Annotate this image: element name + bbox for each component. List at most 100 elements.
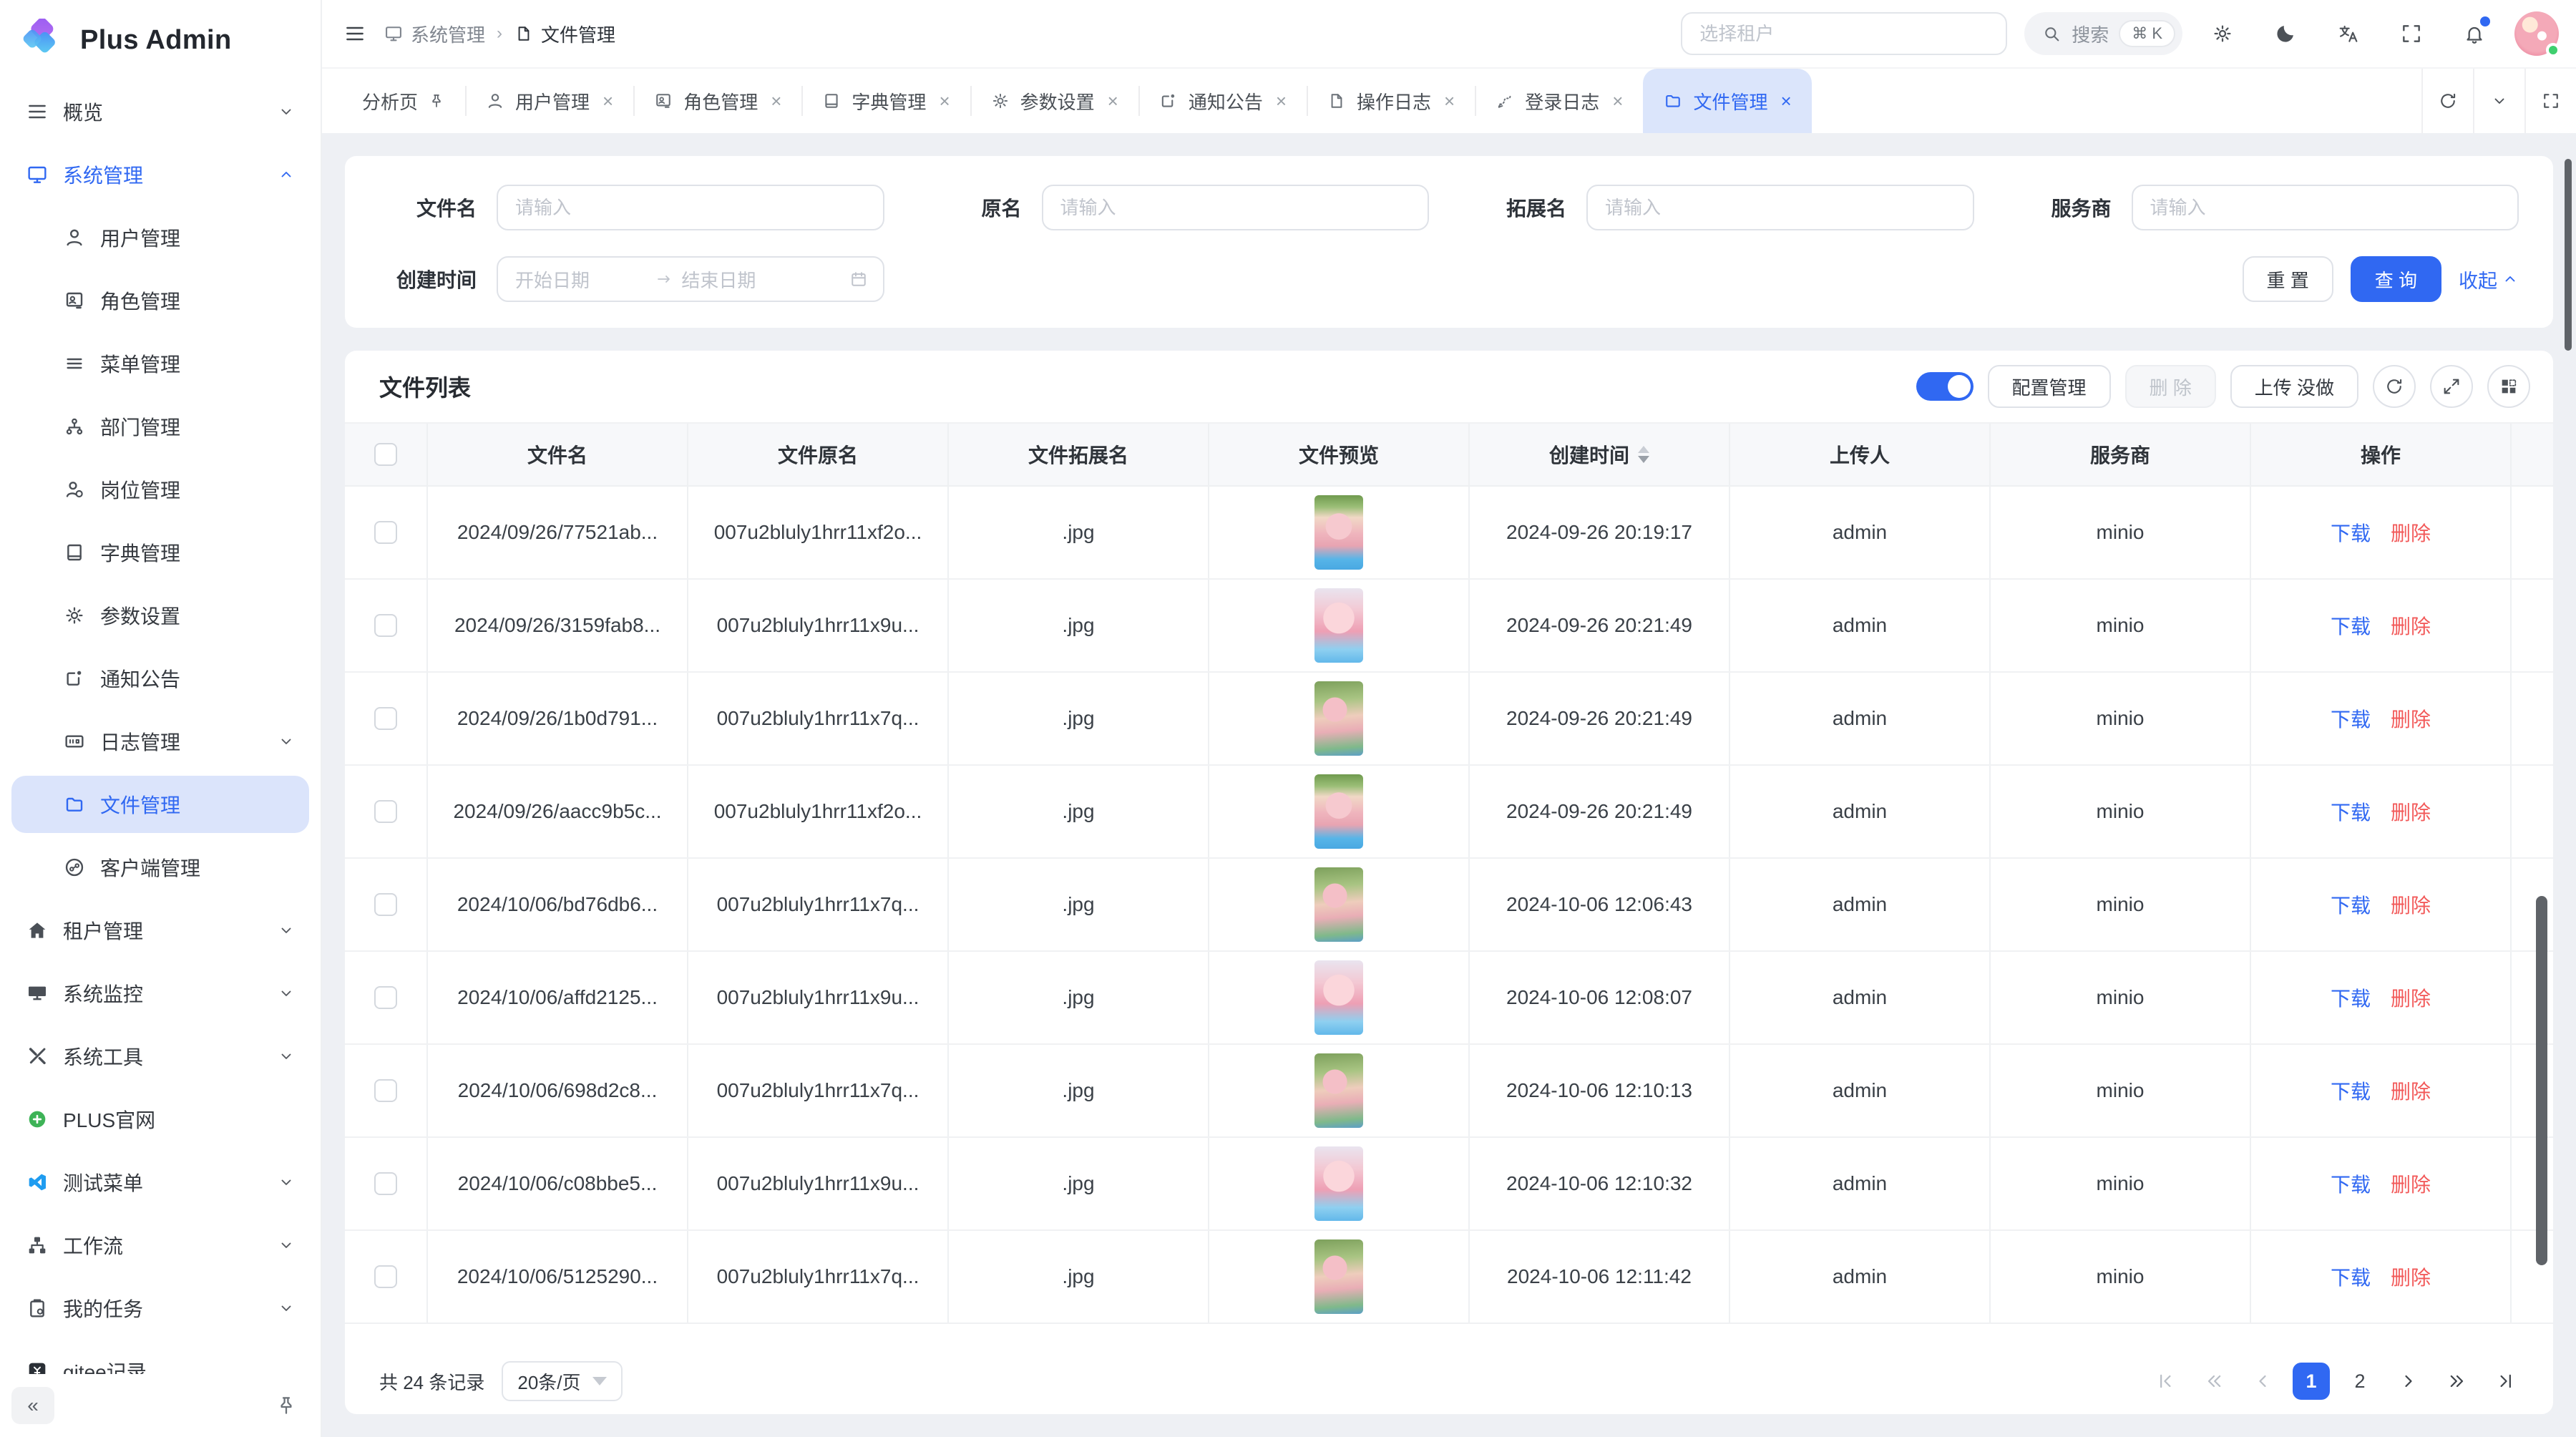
sidebar-item-workflow[interactable]: 工作流 (11, 1217, 309, 1274)
sidebar-item-test-menu[interactable]: 测试菜单 (11, 1154, 309, 1211)
download-link[interactable]: 下载 (2331, 1076, 2371, 1105)
sidebar-item-monitoring[interactable]: 系统监控 (11, 965, 309, 1022)
file-preview-image[interactable] (1314, 960, 1363, 1035)
tab-login-log[interactable]: 登录日志 × (1475, 69, 1643, 133)
download-link[interactable]: 下载 (2331, 1262, 2371, 1291)
provider-input[interactable] (2132, 185, 2519, 230)
file-preview-image[interactable] (1314, 588, 1363, 663)
file-preview-image[interactable] (1314, 1053, 1363, 1128)
dark-mode-button[interactable] (2263, 11, 2308, 57)
sidebar-item-menus[interactable]: 菜单管理 (11, 335, 309, 392)
delete-link[interactable]: 删除 (2391, 1169, 2431, 1198)
tab-dictionary[interactable]: 字典管理 × (801, 69, 970, 133)
delete-link[interactable]: 删除 (2391, 1076, 2431, 1105)
tab-parameters[interactable]: 参数设置 × (970, 69, 1138, 133)
sidebar-item-tenants[interactable]: 租户管理 (11, 902, 309, 959)
tab-analysis[interactable]: 分析页 (342, 69, 465, 133)
download-link[interactable]: 下载 (2331, 611, 2371, 640)
sidebar-item-users[interactable]: 用户管理 (11, 209, 309, 266)
tab-roles[interactable]: 角色管理 × (633, 69, 801, 133)
row-checkbox[interactable] (374, 707, 397, 730)
sidebar-item-departments[interactable]: 部门管理 (11, 398, 309, 455)
fullscreen-button[interactable] (2389, 11, 2434, 57)
sidebar-item-tools[interactable]: 系统工具 (11, 1028, 309, 1085)
sidebar-item-posts[interactable]: 岗位管理 (11, 461, 309, 518)
close-icon[interactable]: × (1612, 90, 1623, 112)
prev-page-button[interactable] (2244, 1363, 2281, 1400)
table-scrollbar[interactable] (2536, 896, 2547, 1265)
refresh-table-button[interactable] (2373, 365, 2416, 408)
close-icon[interactable]: × (1444, 90, 1455, 112)
upload-button[interactable]: 上传 没做 (2230, 365, 2358, 408)
tab-menu-button[interactable] (2473, 69, 2524, 133)
delete-link[interactable]: 删除 (2391, 890, 2431, 919)
global-search[interactable]: 搜索 ⌘ K (2024, 12, 2182, 55)
close-icon[interactable]: × (771, 90, 781, 112)
next-page-button[interactable] (2390, 1363, 2427, 1400)
tab-notices[interactable]: 通知公告 × (1138, 69, 1307, 133)
filename-input[interactable] (497, 185, 884, 230)
content-fullscreen-button[interactable] (2524, 69, 2576, 133)
sidebar-item-notices[interactable]: 通知公告 (11, 650, 309, 707)
close-icon[interactable]: × (1780, 90, 1791, 112)
pin-icon[interactable] (275, 1394, 298, 1417)
download-link[interactable]: 下载 (2331, 797, 2371, 826)
file-preview-image[interactable] (1314, 774, 1363, 849)
tab-operation-log[interactable]: 操作日志 × (1307, 69, 1475, 133)
close-icon[interactable]: × (602, 90, 613, 112)
sidebar-item-clients[interactable]: 客户端管理 (11, 839, 309, 896)
table-fullscreen-button[interactable] (2430, 365, 2473, 408)
col-created[interactable]: 创建时间 (1470, 424, 1730, 485)
row-checkbox[interactable] (374, 1265, 397, 1288)
sidebar-toggle-icon[interactable] (343, 22, 366, 45)
row-checkbox[interactable] (374, 1079, 397, 1102)
column-settings-button[interactable] (2487, 365, 2530, 408)
file-preview-image[interactable] (1314, 867, 1363, 942)
sidebar-item-plus-site[interactable]: PLUS官网 (11, 1091, 309, 1148)
search-toggle[interactable] (1916, 372, 1974, 401)
file-preview-image[interactable] (1314, 1146, 1363, 1221)
query-button[interactable]: 查 询 (2351, 256, 2441, 302)
file-preview-image[interactable] (1314, 495, 1363, 570)
reset-button[interactable]: 重 置 (2243, 256, 2333, 302)
page-2-button[interactable]: 2 (2341, 1363, 2379, 1400)
page-1-button[interactable]: 1 (2293, 1363, 2330, 1400)
download-link[interactable]: 下载 (2331, 1169, 2371, 1198)
first-page-button[interactable] (2147, 1363, 2184, 1400)
close-icon[interactable]: × (1108, 90, 1118, 112)
prev-group-button[interactable] (2195, 1363, 2233, 1400)
settings-button[interactable] (2200, 11, 2245, 57)
file-preview-image[interactable] (1314, 1239, 1363, 1314)
page-size-select[interactable]: 20条/页 (502, 1361, 622, 1401)
sidebar-item-system-mgmt[interactable]: 系统管理 (11, 146, 309, 203)
tenant-select-input[interactable] (1681, 12, 2007, 55)
download-link[interactable]: 下载 (2331, 983, 2371, 1012)
collapse-filter-link[interactable]: 收起 (2459, 266, 2519, 293)
page-scrollbar[interactable] (2565, 159, 2572, 351)
extension-input[interactable] (1586, 185, 1974, 230)
sidebar-item-files[interactable]: 文件管理 (11, 776, 309, 833)
delete-link[interactable]: 删除 (2391, 704, 2431, 733)
last-page-button[interactable] (2487, 1363, 2524, 1400)
row-checkbox[interactable] (374, 986, 397, 1009)
next-group-button[interactable] (2439, 1363, 2476, 1400)
row-checkbox[interactable] (374, 800, 397, 823)
download-link[interactable]: 下载 (2331, 890, 2371, 919)
delete-link[interactable]: 删除 (2391, 983, 2431, 1012)
sidebar-item-parameters[interactable]: 参数设置 (11, 587, 309, 644)
breadcrumb-root[interactable]: 系统管理 (384, 21, 485, 47)
row-checkbox[interactable] (374, 614, 397, 637)
sidebar-item-my-tasks[interactable]: 我的任务 (11, 1280, 309, 1337)
delete-button[interactable]: 删 除 (2125, 365, 2216, 408)
delete-link[interactable]: 删除 (2391, 611, 2431, 640)
sidebar-collapse-button[interactable]: « (11, 1387, 54, 1424)
sidebar-item-dictionary[interactable]: 字典管理 (11, 524, 309, 581)
download-link[interactable]: 下载 (2331, 518, 2371, 547)
row-checkbox[interactable] (374, 893, 397, 916)
delete-link[interactable]: 删除 (2391, 1262, 2431, 1291)
sidebar-item-overview[interactable]: 概览 (11, 83, 309, 140)
language-button[interactable] (2326, 11, 2371, 57)
download-link[interactable]: 下载 (2331, 704, 2371, 733)
sidebar-item-logs[interactable]: 日志管理 (11, 713, 309, 770)
date-range-picker[interactable]: 开始日期 结束日期 (497, 256, 884, 302)
